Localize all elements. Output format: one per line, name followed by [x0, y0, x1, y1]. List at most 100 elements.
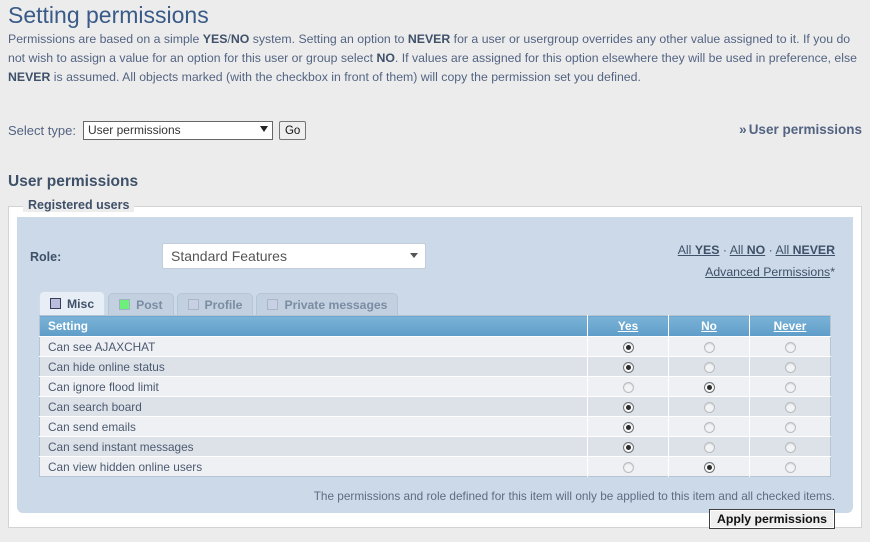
role-dropdown[interactable]: Standard FeaturesNo Private MessagesLimi… [162, 243, 426, 269]
permission-cell-yes[interactable] [587, 336, 669, 357]
tab-label: Private messages [284, 297, 388, 312]
setting-name: Can view hidden online users [39, 456, 588, 477]
radio-no[interactable] [703, 341, 715, 353]
permission-cell-no[interactable] [668, 396, 750, 417]
advanced-permissions-link[interactable]: Advanced Permissions [705, 265, 830, 279]
permission-cell-never[interactable] [749, 456, 831, 477]
all-no-link[interactable]: All NO [730, 243, 766, 257]
tab-misc[interactable]: Misc [39, 291, 106, 315]
link-separator-1: · [722, 243, 727, 257]
radio-yes-selected[interactable] [622, 341, 634, 353]
permission-cell-no[interactable] [668, 436, 750, 457]
go-button[interactable]: Go [278, 121, 307, 140]
all-yes-link[interactable]: All YES [678, 243, 720, 257]
permission-cell-never[interactable] [749, 436, 831, 457]
permission-cell-never[interactable] [749, 336, 831, 357]
table-row: Can ignore flood limit [39, 376, 831, 397]
radio-no-selected[interactable] [703, 381, 715, 393]
tab-private-messages[interactable]: Private messages [256, 293, 399, 315]
tab-label: Profile [204, 297, 243, 312]
setting-name: Can search board [39, 396, 588, 417]
permission-cell-no[interactable] [668, 336, 750, 357]
column-header-yes[interactable]: Yes [587, 315, 669, 337]
permissions-table-body: Can see AJAXCHAT Can hide online status Ca… [39, 336, 831, 477]
select-type-dropdown[interactable]: User permissionsGroup permissionsForum p… [82, 121, 273, 140]
radio-never[interactable] [784, 401, 796, 413]
permission-cell-no[interactable] [668, 356, 750, 377]
radio-never[interactable] [784, 361, 796, 373]
apply-permissions-button[interactable]: Apply permissions [708, 509, 835, 529]
permission-category-tabs: Misc Post Profile Private messages [39, 291, 399, 315]
radio-no-selected[interactable] [703, 461, 715, 473]
table-row: Can send emails [39, 416, 831, 437]
select-type-row: Select type: User permissionsGroup permi… [8, 121, 307, 140]
column-header-never[interactable]: Never [749, 315, 831, 337]
checkbox-icon-green [119, 299, 131, 310]
radio-never[interactable] [784, 441, 796, 453]
permission-cell-yes[interactable] [587, 356, 669, 377]
permission-cell-never[interactable] [749, 356, 831, 377]
radio-yes[interactable] [622, 381, 634, 393]
intro-description: Permissions are based on a simple YES/NO… [8, 32, 857, 84]
table-row: Can hide online status [39, 356, 831, 377]
table-row: Can see AJAXCHAT [39, 336, 831, 357]
column-header-label: Never [773, 319, 807, 333]
radio-yes-selected[interactable] [622, 401, 634, 413]
checkbox-icon-misc [50, 298, 61, 309]
table-row: Can search board [39, 396, 831, 417]
registered-users-fieldset: Registered users Role: Standard Features… [8, 198, 862, 529]
radio-yes-selected[interactable] [622, 361, 634, 373]
permissions-page: Setting permissions Permissions are base… [0, 0, 870, 542]
setting-name: Can ignore flood limit [39, 376, 588, 397]
breadcrumb-label: User permissions [748, 122, 862, 137]
column-header-setting: Setting [39, 315, 588, 337]
permission-cell-never[interactable] [749, 396, 831, 417]
page-title: Setting permissions [8, 2, 209, 28]
permission-cell-yes[interactable] [587, 456, 669, 477]
setting-name: Can send emails [39, 416, 588, 437]
radio-no[interactable] [703, 361, 715, 373]
permissions-table: Setting Yes No Never Can see AJAXCHAT Can hi… [39, 315, 831, 477]
permission-cell-no[interactable] [668, 376, 750, 397]
radio-yes-selected[interactable] [622, 441, 634, 453]
all-never-link[interactable]: All NEVER [776, 243, 835, 257]
all-never-value: NEVER [792, 243, 835, 257]
permission-cell-no[interactable] [668, 456, 750, 477]
table-header-row: Setting Yes No Never [39, 315, 831, 337]
permission-cell-never[interactable] [749, 376, 831, 397]
all-yes-prefix: All [677, 243, 695, 257]
permission-cell-yes[interactable] [587, 416, 669, 437]
permission-cell-yes[interactable] [587, 396, 669, 417]
breadcrumb-arrow-icon: » [739, 122, 747, 137]
advanced-permissions-row: Advanced Permissions* [705, 265, 835, 279]
select-type-wrapper: User permissionsGroup permissionsForum p… [82, 121, 273, 140]
radio-no[interactable] [703, 421, 715, 433]
link-separator-2: · [768, 243, 773, 257]
permission-cell-never[interactable] [749, 416, 831, 437]
radio-yes-selected[interactable] [622, 421, 634, 433]
permission-cell-yes[interactable] [587, 436, 669, 457]
radio-yes[interactable] [622, 461, 634, 473]
radio-no[interactable] [703, 441, 715, 453]
tab-label: Post [136, 297, 163, 312]
advanced-permissions-star: * [830, 265, 835, 279]
radio-never[interactable] [784, 421, 796, 433]
select-type-label: Select type: [8, 123, 76, 138]
checkbox-icon-plain [187, 299, 199, 310]
setting-name: Can send instant messages [39, 436, 588, 457]
setting-name: Can see AJAXCHAT [39, 336, 588, 357]
column-header-no[interactable]: No [668, 315, 750, 337]
role-label: Role: [30, 250, 62, 264]
radio-never[interactable] [784, 381, 796, 393]
permission-cell-yes[interactable] [587, 376, 669, 397]
column-header-label: No [701, 319, 717, 333]
tab-profile[interactable]: Profile [176, 293, 254, 315]
all-no-prefix: All [729, 243, 747, 257]
radio-no[interactable] [703, 401, 715, 413]
radio-never[interactable] [784, 461, 796, 473]
fieldset-legend: Registered users [23, 198, 135, 212]
tab-post[interactable]: Post [108, 293, 174, 315]
breadcrumb-user-permissions[interactable]: » User permissions [739, 122, 862, 137]
permission-cell-no[interactable] [668, 416, 750, 437]
radio-never[interactable] [784, 341, 796, 353]
